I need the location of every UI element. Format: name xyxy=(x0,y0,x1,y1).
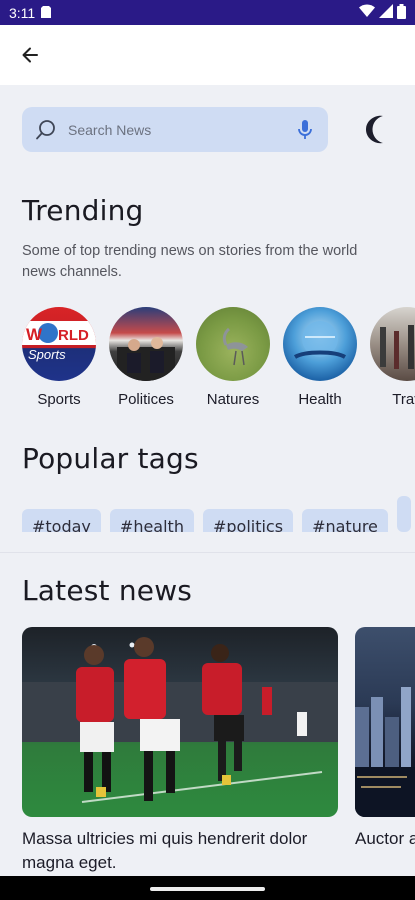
signal-icon xyxy=(379,4,393,21)
svg-text:Sports: Sports xyxy=(28,347,66,362)
trending-item-sports[interactable]: W RLD Sports Sports xyxy=(14,307,104,407)
battery-icon xyxy=(397,3,406,22)
wifi-icon xyxy=(359,4,375,21)
news-image-city xyxy=(355,627,415,817)
trending-label: Trav xyxy=(392,391,415,407)
tags-list: #today #health #politics #nature xyxy=(22,496,415,532)
search-icon xyxy=(34,118,58,142)
tag-chip[interactable]: #nature xyxy=(302,509,388,532)
news-card[interactable]: Massa ultricies mi quis hendrerit dolor … xyxy=(22,627,338,875)
trending-label: Health xyxy=(298,391,342,407)
trending-list: W RLD Sports Sports Politices Natures He… xyxy=(0,307,415,407)
tag-chip[interactable]: #politics xyxy=(202,509,294,532)
system-navigation-bar xyxy=(0,876,415,900)
nature-thumbnail xyxy=(196,307,270,381)
trending-item-health[interactable]: Health xyxy=(275,307,365,407)
dark-mode-toggle[interactable] xyxy=(360,112,396,148)
travel-thumbnail xyxy=(370,307,415,381)
news-title: Massa ultricies mi quis hendrerit dolor … xyxy=(22,829,308,872)
home-gesture-handle[interactable] xyxy=(150,887,265,891)
trending-item-natures[interactable]: Natures xyxy=(188,307,278,407)
trending-label: Politices xyxy=(118,391,174,407)
politics-thumbnail xyxy=(109,307,183,381)
news-title: Auctor amet n xyxy=(355,829,415,848)
news-image-football xyxy=(22,627,338,817)
search-input[interactable] xyxy=(68,121,294,138)
trending-label: Natures xyxy=(206,391,260,407)
sports-thumbnail: W RLD Sports xyxy=(22,307,96,381)
sim-card-icon xyxy=(41,5,52,21)
section-divider xyxy=(0,552,415,553)
search-bar[interactable] xyxy=(22,107,328,152)
svg-text:RLD: RLD xyxy=(58,327,89,344)
trending-item-politices[interactable]: Politices xyxy=(101,307,191,407)
svg-text:W: W xyxy=(26,325,43,344)
status-bar: 3:11 xyxy=(0,0,415,25)
back-button[interactable] xyxy=(14,39,46,71)
tag-chip[interactable] xyxy=(396,496,411,532)
status-time: 3:11 xyxy=(9,4,36,21)
tag-chip[interactable]: #health xyxy=(109,509,194,532)
moon-icon xyxy=(366,115,383,144)
top-app-bar xyxy=(0,25,415,85)
trending-label: Sports xyxy=(37,391,81,407)
latest-news-list: Massa ultricies mi quis hendrerit dolor … xyxy=(0,627,415,879)
trending-title: Trending xyxy=(22,194,144,227)
tag-chip[interactable]: #today xyxy=(22,509,101,532)
microphone-icon[interactable] xyxy=(294,118,316,142)
latest-news-title: Latest news xyxy=(22,574,193,607)
arrow-left-icon xyxy=(22,47,38,63)
news-card[interactable]: Auctor amet n xyxy=(355,627,415,851)
health-thumbnail xyxy=(283,307,357,381)
trending-description: Some of top trending news on stories fro… xyxy=(22,243,358,280)
trending-item-travel[interactable]: Trav xyxy=(362,307,415,407)
popular-tags-title: Popular tags xyxy=(22,442,199,475)
